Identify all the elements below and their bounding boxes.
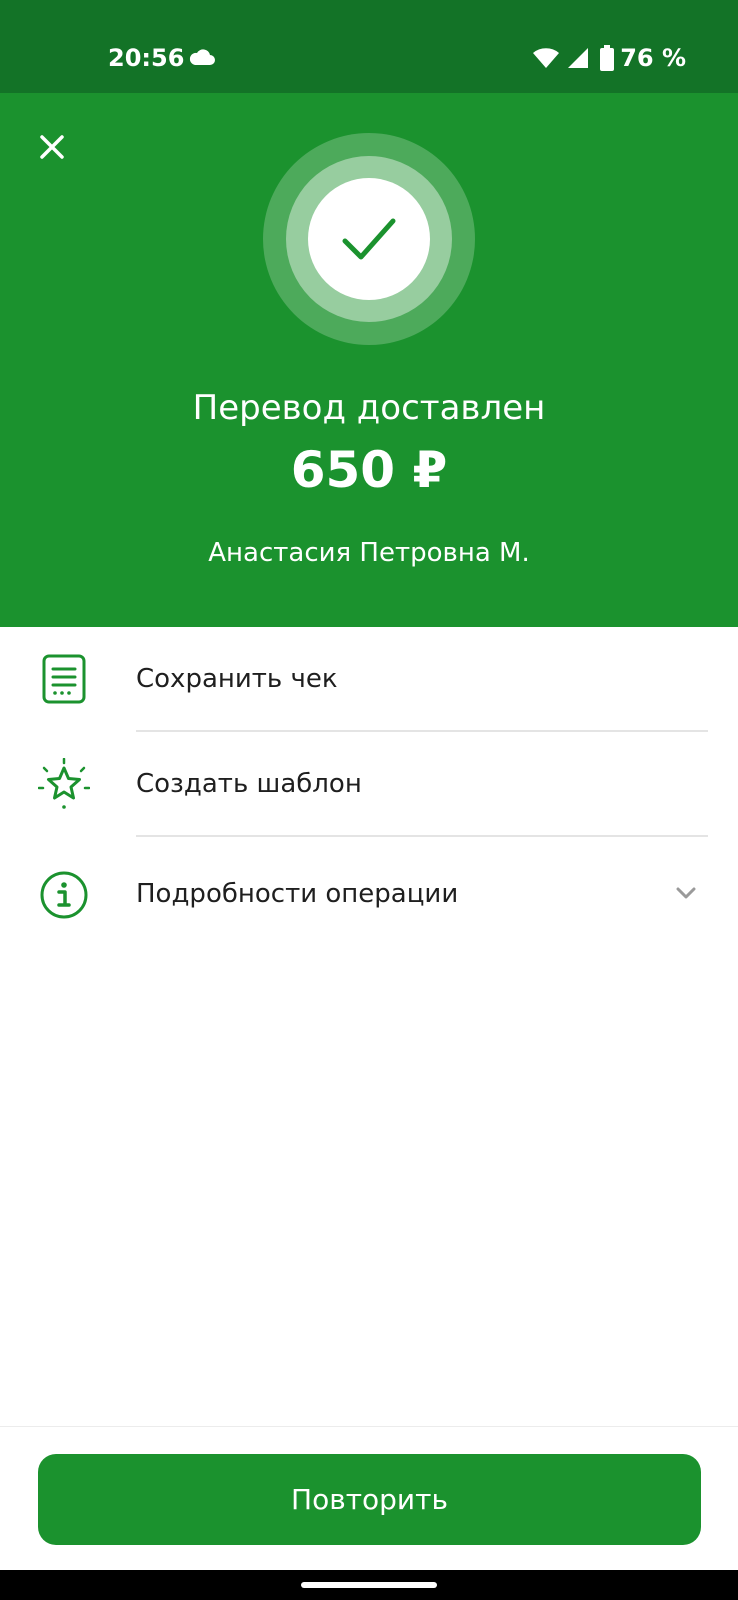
transfer-status-title: Перевод доставлен [192,388,546,428]
star-icon [38,758,90,810]
wifi-icon [532,46,560,70]
save-receipt-label: Сохранить чек [136,664,338,694]
system-nav-bar [0,1570,738,1600]
cellular-signal-icon [566,46,590,70]
battery-icon [600,45,615,71]
status-time: 20:56 [108,44,185,72]
success-header: Перевод доставлен 650 ₽ Анастасия Петров… [0,93,738,627]
actions-list: Сохранить чек Создать шаблон Подробности… [0,627,738,952]
repeat-button[interactable]: Повторить [38,1454,701,1545]
recipient-name: Анастасия Петровна М. [208,538,530,568]
close-button[interactable] [30,125,74,169]
status-icons: 76 % [532,38,686,78]
cloud-icon [188,47,216,67]
create-template-label: Создать шаблон [136,769,362,799]
success-badge [263,133,475,345]
battery-level: 76 % [620,44,686,72]
close-icon [30,135,74,173]
chevron-down-icon[interactable] [674,881,698,905]
operation-details-action[interactable]: Подробности операции [0,837,738,952]
operation-details-label: Подробности операции [136,879,459,909]
transfer-amount: 650 ₽ [290,441,448,499]
receipt-icon [38,653,90,705]
create-template-action[interactable]: Создать шаблон [0,732,738,837]
footer-separator [0,1426,738,1427]
status-bar: 20:56 76 % [0,0,738,93]
home-handle[interactable] [301,1582,437,1588]
save-receipt-action[interactable]: Сохранить чек [0,627,738,732]
info-icon [38,869,90,921]
